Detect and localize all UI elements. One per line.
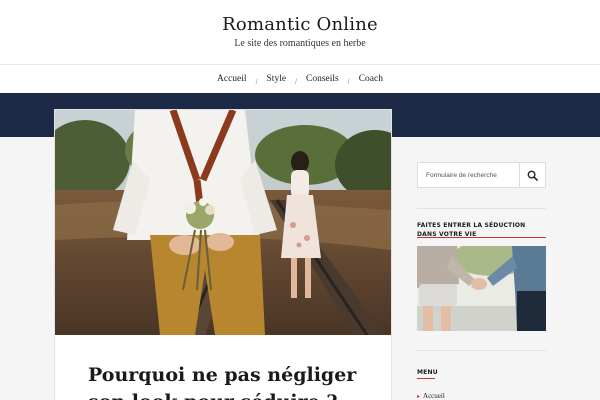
main-nav: Accueil / Style / Conseils / Coach — [0, 64, 600, 93]
menu-item-label: Accueil — [423, 392, 445, 400]
caret-right-icon: ▸ — [417, 393, 421, 400]
widget-title-underline — [417, 237, 546, 238]
search-button[interactable] — [519, 163, 545, 187]
photo-couple-holding-hands-icon — [417, 246, 546, 331]
site-title[interactable]: Romantic Online — [0, 14, 600, 35]
featured-image[interactable] — [55, 110, 391, 335]
menu-widget-title: MENU — [417, 369, 438, 376]
nav-item-accueil[interactable]: Accueil — [215, 74, 249, 84]
site-tagline: Le site des romantiques en herbe — [234, 38, 366, 49]
nav-separator: / — [295, 78, 297, 86]
nav-item-style[interactable]: Style — [265, 74, 289, 84]
widget-divider — [417, 208, 546, 209]
widget-divider — [417, 350, 546, 351]
search-input[interactable] — [418, 163, 519, 187]
article-title[interactable]: Pourquoi ne pas négliger son look pour s… — [88, 362, 368, 400]
search-icon — [527, 170, 538, 181]
search-form — [417, 162, 546, 188]
widget-title-underline — [417, 378, 435, 379]
widget-image[interactable] — [417, 246, 546, 331]
site-header: Romantic Online Le site des romantiques … — [0, 0, 600, 64]
nav-item-conseils[interactable]: Conseils — [304, 74, 341, 84]
nav-separator: / — [347, 78, 350, 86]
nav-item-coach[interactable]: Coach — [357, 74, 385, 84]
nav-separator: / — [255, 78, 258, 86]
photo-couple-railway-icon — [55, 110, 391, 335]
article-card: Pourquoi ne pas négliger son look pour s… — [54, 109, 392, 400]
menu-item-accueil[interactable]: ▸ Accueil — [417, 392, 445, 400]
